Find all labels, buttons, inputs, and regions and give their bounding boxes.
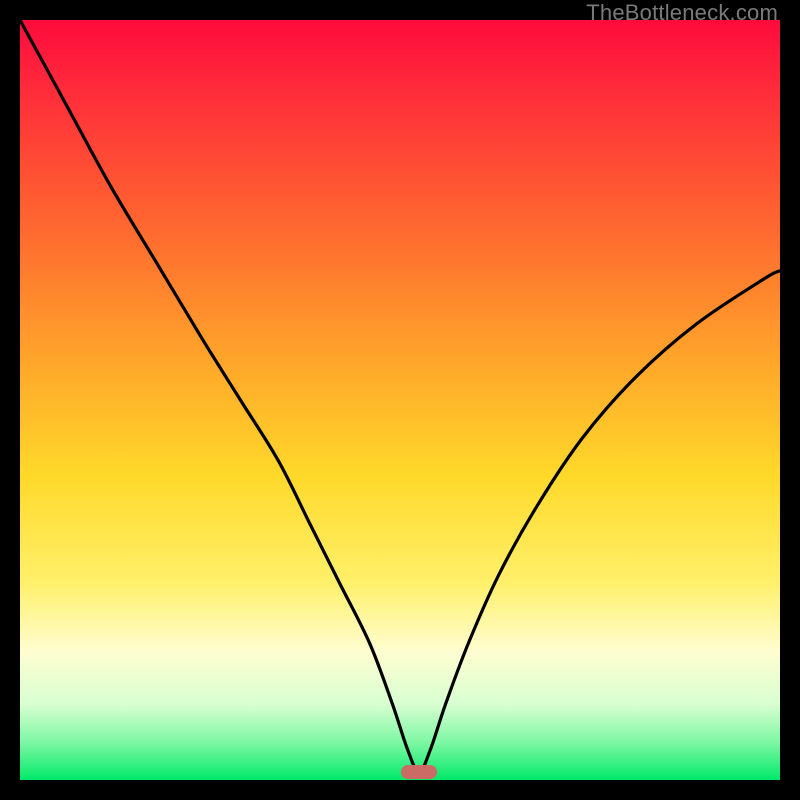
watermark-text: TheBottleneck.com — [586, 0, 778, 26]
plot-area — [20, 20, 780, 780]
optimal-marker — [401, 765, 437, 779]
bottleneck-curve — [20, 20, 780, 780]
chart-frame: TheBottleneck.com — [0, 0, 800, 800]
